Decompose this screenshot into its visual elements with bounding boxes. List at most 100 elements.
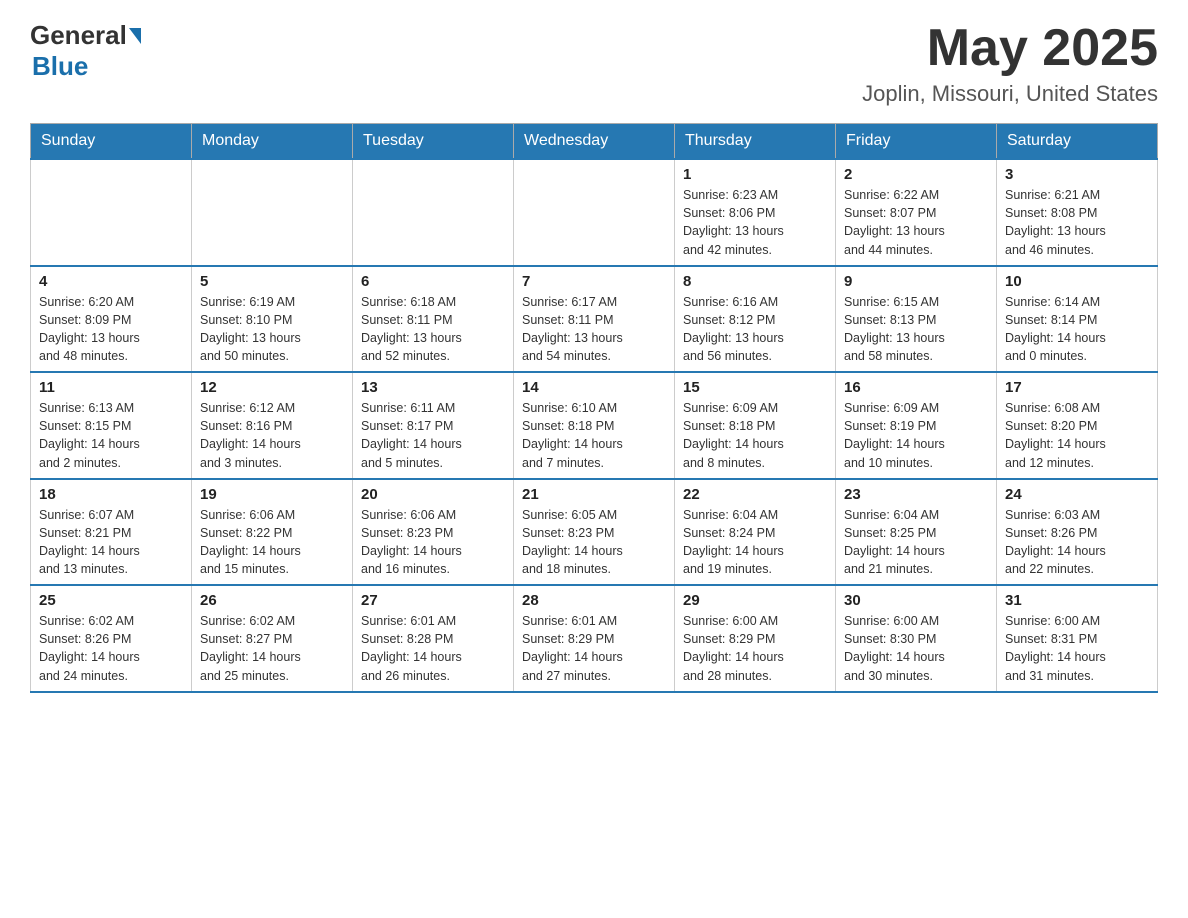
day-info: Sunrise: 6:01 AM Sunset: 8:29 PM Dayligh… [522,612,666,685]
day-number: 9 [844,273,988,290]
calendar-day-header: Monday [192,124,353,160]
month-year-title: May 2025 [862,20,1158,77]
day-info: Sunrise: 6:09 AM Sunset: 8:19 PM Dayligh… [844,399,988,472]
day-info: Sunrise: 6:11 AM Sunset: 8:17 PM Dayligh… [361,399,505,472]
page-header: General Blue May 2025 Joplin, Missouri, … [30,20,1158,107]
calendar-cell: 14 Sunrise: 6:10 AM Sunset: 8:18 PM Dayli… [514,372,675,479]
day-info: Sunrise: 6:10 AM Sunset: 8:18 PM Dayligh… [522,399,666,472]
calendar-day-header: Sunday [31,124,192,160]
day-number: 6 [361,273,505,290]
day-number: 18 [39,486,183,503]
day-number: 21 [522,486,666,503]
day-number: 10 [1005,273,1149,290]
day-info: Sunrise: 6:18 AM Sunset: 8:11 PM Dayligh… [361,293,505,366]
day-number: 28 [522,592,666,609]
day-number: 3 [1005,166,1149,183]
day-info: Sunrise: 6:14 AM Sunset: 8:14 PM Dayligh… [1005,293,1149,366]
calendar-cell: 15 Sunrise: 6:09 AM Sunset: 8:18 PM Dayli… [675,372,836,479]
day-number: 26 [200,592,344,609]
calendar-cell: 23 Sunrise: 6:04 AM Sunset: 8:25 PM Dayli… [836,479,997,586]
day-info: Sunrise: 6:15 AM Sunset: 8:13 PM Dayligh… [844,293,988,366]
calendar-week-row: 25 Sunrise: 6:02 AM Sunset: 8:26 PM Dayli… [31,585,1158,692]
calendar-cell: 25 Sunrise: 6:02 AM Sunset: 8:26 PM Dayli… [31,585,192,692]
calendar-cell [31,159,192,266]
calendar-cell: 3 Sunrise: 6:21 AM Sunset: 8:08 PM Daylig… [997,159,1158,266]
day-info: Sunrise: 6:21 AM Sunset: 8:08 PM Dayligh… [1005,186,1149,259]
day-number: 23 [844,486,988,503]
calendar-cell: 26Sunrise: 6:02 AM Sunset: 8:27 PM Dayli… [192,585,353,692]
day-info: Sunrise: 6:06 AM Sunset: 8:23 PM Dayligh… [361,506,505,579]
calendar-cell: 21 Sunrise: 6:05 AM Sunset: 8:23 PM Dayli… [514,479,675,586]
day-info: Sunrise: 6:12 AM Sunset: 8:16 PM Dayligh… [200,399,344,472]
day-info: Sunrise: 6:03 AM Sunset: 8:26 PM Dayligh… [1005,506,1149,579]
calendar-cell: 7 Sunrise: 6:17 AM Sunset: 8:11 PM Daylig… [514,266,675,373]
calendar-cell: 18 Sunrise: 6:07 AM Sunset: 8:21 PM Dayli… [31,479,192,586]
day-number: 7 [522,273,666,290]
location-subtitle: Joplin, Missouri, United States [862,81,1158,107]
calendar-day-header: Friday [836,124,997,160]
day-number: 17 [1005,379,1149,396]
day-number: 30 [844,592,988,609]
calendar-table: SundayMondayTuesdayWednesdayThursdayFrid… [30,123,1158,693]
day-info: Sunrise: 6:05 AM Sunset: 8:23 PM Dayligh… [522,506,666,579]
day-number: 25 [39,592,183,609]
day-info: Sunrise: 6:13 AM Sunset: 8:15 PM Dayligh… [39,399,183,472]
day-info: Sunrise: 6:00 AM Sunset: 8:29 PM Dayligh… [683,612,827,685]
calendar-cell: 24 Sunrise: 6:03 AM Sunset: 8:26 PM Dayli… [997,479,1158,586]
calendar-week-row: 1 Sunrise: 6:23 AM Sunset: 8:06 PM Daylig… [31,159,1158,266]
day-info: Sunrise: 6:07 AM Sunset: 8:21 PM Dayligh… [39,506,183,579]
day-number: 5 [200,273,344,290]
day-number: 4 [39,273,183,290]
day-info: Sunrise: 6:22 AM Sunset: 8:07 PM Dayligh… [844,186,988,259]
day-number: 27 [361,592,505,609]
calendar-cell [192,159,353,266]
day-info: Sunrise: 6:00 AM Sunset: 8:30 PM Dayligh… [844,612,988,685]
day-info: Sunrise: 6:20 AM Sunset: 8:09 PM Dayligh… [39,293,183,366]
day-number: 11 [39,379,183,396]
day-number: 2 [844,166,988,183]
day-info: Sunrise: 6:06 AM Sunset: 8:22 PM Dayligh… [200,506,344,579]
day-info: Sunrise: 6:09 AM Sunset: 8:18 PM Dayligh… [683,399,827,472]
calendar-cell: 1 Sunrise: 6:23 AM Sunset: 8:06 PM Daylig… [675,159,836,266]
day-info: Sunrise: 6:17 AM Sunset: 8:11 PM Dayligh… [522,293,666,366]
calendar-week-row: 4 Sunrise: 6:20 AM Sunset: 8:09 PM Daylig… [31,266,1158,373]
day-number: 24 [1005,486,1149,503]
calendar-cell: 17 Sunrise: 6:08 AM Sunset: 8:20 PM Dayli… [997,372,1158,479]
day-number: 31 [1005,592,1149,609]
day-info: Sunrise: 6:01 AM Sunset: 8:28 PM Dayligh… [361,612,505,685]
calendar-day-header: Thursday [675,124,836,160]
day-info: Sunrise: 6:23 AM Sunset: 8:06 PM Dayligh… [683,186,827,259]
logo: General Blue [30,20,141,82]
day-number: 20 [361,486,505,503]
calendar-cell: 5Sunrise: 6:19 AM Sunset: 8:10 PM Daylig… [192,266,353,373]
day-number: 14 [522,379,666,396]
day-number: 19 [200,486,344,503]
calendar-cell: 19 Sunrise: 6:06 AM Sunset: 8:22 PM Dayli… [192,479,353,586]
day-info: Sunrise: 6:00 AM Sunset: 8:31 PM Dayligh… [1005,612,1149,685]
calendar-week-row: 11 Sunrise: 6:13 AM Sunset: 8:15 PM Dayli… [31,372,1158,479]
calendar-cell: 2 Sunrise: 6:22 AM Sunset: 8:07 PM Daylig… [836,159,997,266]
calendar-cell: 13Sunrise: 6:11 AM Sunset: 8:17 PM Dayli… [353,372,514,479]
logo-general-text: General [30,20,127,51]
day-info: Sunrise: 6:04 AM Sunset: 8:25 PM Dayligh… [844,506,988,579]
calendar-cell: 31 Sunrise: 6:00 AM Sunset: 8:31 PM Dayli… [997,585,1158,692]
calendar-cell: 11 Sunrise: 6:13 AM Sunset: 8:15 PM Dayli… [31,372,192,479]
calendar-cell: 20 Sunrise: 6:06 AM Sunset: 8:23 PM Dayli… [353,479,514,586]
day-number: 16 [844,379,988,396]
day-info: Sunrise: 6:04 AM Sunset: 8:24 PM Dayligh… [683,506,827,579]
day-number: 15 [683,379,827,396]
calendar-cell: 4 Sunrise: 6:20 AM Sunset: 8:09 PM Daylig… [31,266,192,373]
logo-blue-text: Blue [32,51,141,82]
calendar-cell [353,159,514,266]
calendar-cell: 27 Sunrise: 6:01 AM Sunset: 8:28 PM Dayli… [353,585,514,692]
calendar-cell: 12Sunrise: 6:12 AM Sunset: 8:16 PM Dayli… [192,372,353,479]
calendar-day-header: Wednesday [514,124,675,160]
day-number: 8 [683,273,827,290]
calendar-cell: 16 Sunrise: 6:09 AM Sunset: 8:19 PM Dayli… [836,372,997,479]
day-info: Sunrise: 6:08 AM Sunset: 8:20 PM Dayligh… [1005,399,1149,472]
day-number: 1 [683,166,827,183]
header-right: May 2025 Joplin, Missouri, United States [862,20,1158,107]
calendar-cell: 28 Sunrise: 6:01 AM Sunset: 8:29 PM Dayli… [514,585,675,692]
calendar-cell: 29Sunrise: 6:00 AM Sunset: 8:29 PM Dayli… [675,585,836,692]
day-info: Sunrise: 6:02 AM Sunset: 8:26 PM Dayligh… [39,612,183,685]
